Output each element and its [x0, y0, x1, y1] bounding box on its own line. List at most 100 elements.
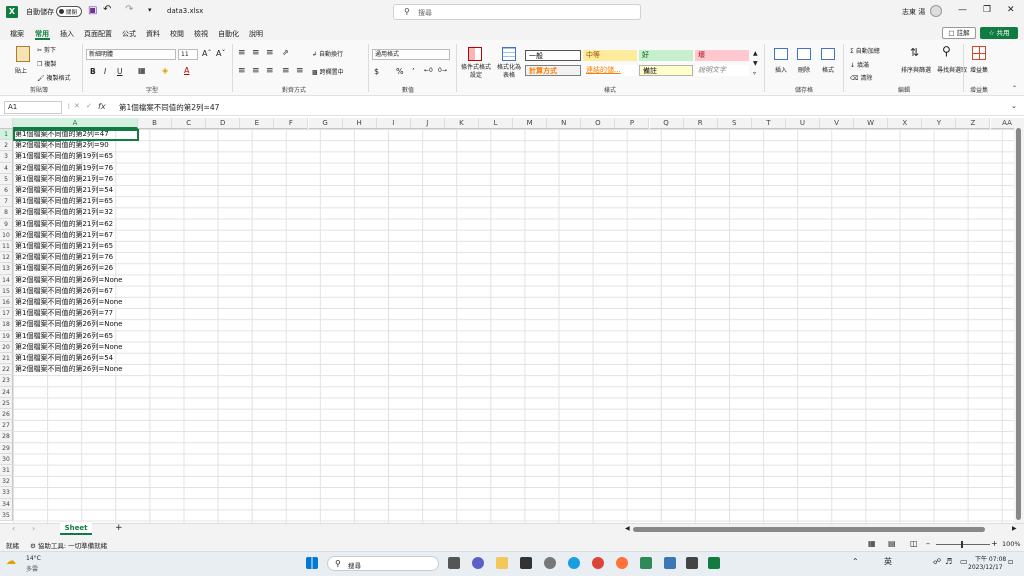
align-top-icon[interactable]: ≡	[238, 48, 246, 58]
row-header[interactable]: 5	[0, 173, 13, 185]
column-header[interactable]: AA	[990, 118, 1014, 129]
tab-data[interactable]: 資料	[146, 29, 160, 39]
cut-button[interactable]: ✂ 剪下	[37, 45, 56, 54]
cell-a22[interactable]: 第2個檔案不同值的第26列=None	[13, 364, 123, 375]
weather-desc[interactable]: 多雲	[26, 564, 38, 573]
row-header[interactable]: 20	[0, 341, 13, 353]
italic-button[interactable]: I	[104, 67, 106, 76]
chrome-icon[interactable]	[592, 557, 604, 569]
name-box-dropdown-icon[interactable]: ⋮	[66, 103, 72, 110]
share-button[interactable]: ☆ 共用	[980, 27, 1018, 39]
column-header[interactable]: G	[308, 118, 343, 129]
row-header[interactable]: 16	[0, 297, 13, 309]
align-bottom-icon[interactable]: ≡	[266, 48, 274, 58]
weather-icon[interactable]: ☁	[6, 556, 16, 567]
column-header[interactable]: H	[342, 118, 377, 129]
sort-filter-button[interactable]: 排序與篩選	[901, 65, 931, 74]
tab-file[interactable]: 檔案	[10, 29, 24, 39]
row-header[interactable]: 27	[0, 420, 13, 432]
hscroll-right-icon[interactable]: ▶	[1012, 525, 1017, 532]
row-header[interactable]: 21	[0, 353, 13, 365]
python-icon[interactable]	[664, 557, 676, 569]
row-header[interactable]: 1	[0, 129, 13, 141]
cell-a7[interactable]: 第1個檔案不同值的第21列=65	[13, 196, 113, 207]
delete-cells-icon[interactable]	[797, 48, 811, 60]
cell-a5[interactable]: 第1個檔案不同值的第21列=76	[13, 174, 113, 185]
decrease-decimal-icon[interactable]: 0→	[438, 67, 447, 74]
column-header[interactable]: T	[751, 118, 786, 129]
row-header[interactable]: 3	[0, 151, 13, 163]
column-header[interactable]: Q	[649, 118, 684, 129]
row-header[interactable]: 23	[0, 375, 13, 387]
excel-taskbar-icon[interactable]	[708, 557, 720, 569]
sort-filter-icon[interactable]: ⇅	[910, 46, 919, 59]
start-icon[interactable]	[306, 557, 318, 569]
column-header[interactable]: R	[683, 118, 718, 129]
merge-center-button[interactable]: ▩ 跨欄置中	[312, 67, 344, 76]
cell-a16[interactable]: 第2個檔案不同值的第26列=None	[13, 297, 123, 308]
cell-a9[interactable]: 第1個檔案不同值的第21列=62	[13, 219, 113, 230]
name-box[interactable]: A1	[4, 101, 62, 114]
row-header[interactable]: 25	[0, 397, 13, 409]
column-header[interactable]: C	[172, 118, 207, 129]
clock-date[interactable]: 2023/12/17	[968, 564, 1003, 571]
sheet-tab[interactable]: Sheet	[60, 522, 92, 535]
collapse-ribbon-icon[interactable]: ⌃	[1012, 85, 1017, 92]
column-header[interactable]: D	[206, 118, 241, 129]
save-icon[interactable]: ▣	[88, 5, 97, 16]
style-calculation[interactable]: 計算方式	[525, 65, 581, 76]
decrease-font-icon[interactable]: Aˇ	[216, 49, 225, 58]
customize-qat-icon[interactable]: ▾	[148, 6, 152, 14]
row-header[interactable]: 24	[0, 386, 13, 398]
zoom-in-icon[interactable]: +	[991, 539, 998, 548]
tab-review[interactable]: 校閱	[170, 29, 184, 39]
app-icon[interactable]	[640, 557, 652, 569]
close-icon[interactable]: ✕	[1007, 5, 1015, 15]
row-header[interactable]: 26	[0, 409, 13, 421]
ime-indicator[interactable]: 英	[884, 556, 892, 567]
column-header[interactable]: M	[513, 118, 548, 129]
undo-icon[interactable]: ↶	[103, 4, 111, 15]
insert-cells-button[interactable]: 插入	[775, 65, 787, 74]
style-linked-cell[interactable]: 連結的儲...	[583, 65, 637, 76]
weather-temp[interactable]: 14°C	[26, 555, 41, 562]
redo-icon[interactable]: ↷	[125, 4, 133, 15]
notification-icon[interactable]: ▫	[1008, 557, 1013, 566]
select-all-corner[interactable]	[0, 118, 13, 129]
normal-view-icon[interactable]: ▦	[868, 539, 876, 548]
row-header[interactable]: 32	[0, 476, 13, 488]
align-left-icon[interactable]: ≡	[238, 66, 246, 76]
page-break-view-icon[interactable]: ◫	[910, 539, 918, 548]
styles-scroll-up-icon[interactable]: ▲	[753, 50, 758, 57]
style-bad[interactable]: 壞	[695, 50, 749, 61]
format-cells-icon[interactable]	[821, 48, 835, 60]
accessibility-status[interactable]: ⚙ 協助工具: 一切準備就緒	[30, 540, 107, 550]
row-header[interactable]: 19	[0, 330, 13, 342]
row-header[interactable]: 29	[0, 442, 13, 454]
row-header[interactable]: 13	[0, 263, 13, 275]
firefox-icon[interactable]	[616, 557, 628, 569]
paste-button[interactable]: 貼上	[15, 66, 27, 75]
insert-function-icon[interactable]: fx	[98, 102, 106, 111]
column-header[interactable]: E	[240, 118, 275, 129]
notepad-icon[interactable]	[686, 557, 698, 569]
cell-a10[interactable]: 第2個檔案不同值的第21列=67	[13, 230, 113, 241]
column-header[interactable]: I	[376, 118, 411, 129]
cell-a8[interactable]: 第2個檔案不同值的第21列=32	[13, 207, 113, 218]
row-header[interactable]: 31	[0, 465, 13, 477]
comments-button[interactable]: □ 註解	[942, 27, 976, 39]
autosum-button[interactable]: Σ 自動加總	[850, 46, 880, 55]
autosave-toggle[interactable]: 關閉	[56, 6, 82, 17]
currency-icon[interactable]: $	[374, 67, 379, 76]
formula-input[interactable]: 第1個檔案不同值的第2列=47	[119, 102, 219, 113]
cell-a11[interactable]: 第1個檔案不同值的第21列=65	[13, 241, 113, 252]
taskbar-search[interactable]: ⚲ 搜尋	[327, 556, 439, 571]
row-header[interactable]: 12	[0, 252, 13, 264]
column-header[interactable]: F	[274, 118, 309, 129]
settings-icon[interactable]	[544, 557, 556, 569]
user-name[interactable]: 志東 湯	[902, 7, 925, 17]
format-as-table-button[interactable]: 格式化為表格	[495, 64, 523, 80]
tab-automate[interactable]: 自動化	[218, 29, 239, 39]
row-header[interactable]: 28	[0, 431, 13, 443]
conditional-format-icon[interactable]	[468, 47, 482, 61]
